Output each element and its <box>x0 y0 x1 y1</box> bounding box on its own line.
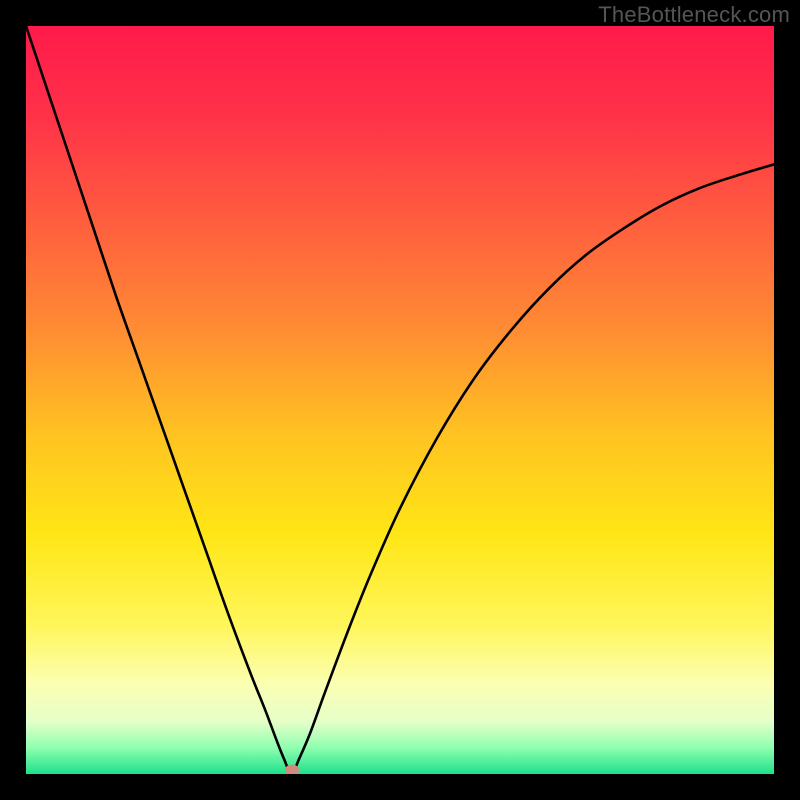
optimum-marker <box>285 765 299 775</box>
gradient-background <box>26 26 774 774</box>
chart-svg <box>26 26 774 774</box>
watermark-text: TheBottleneck.com <box>598 2 790 28</box>
chart-frame: TheBottleneck.com <box>0 0 800 800</box>
plot-area <box>26 26 774 774</box>
